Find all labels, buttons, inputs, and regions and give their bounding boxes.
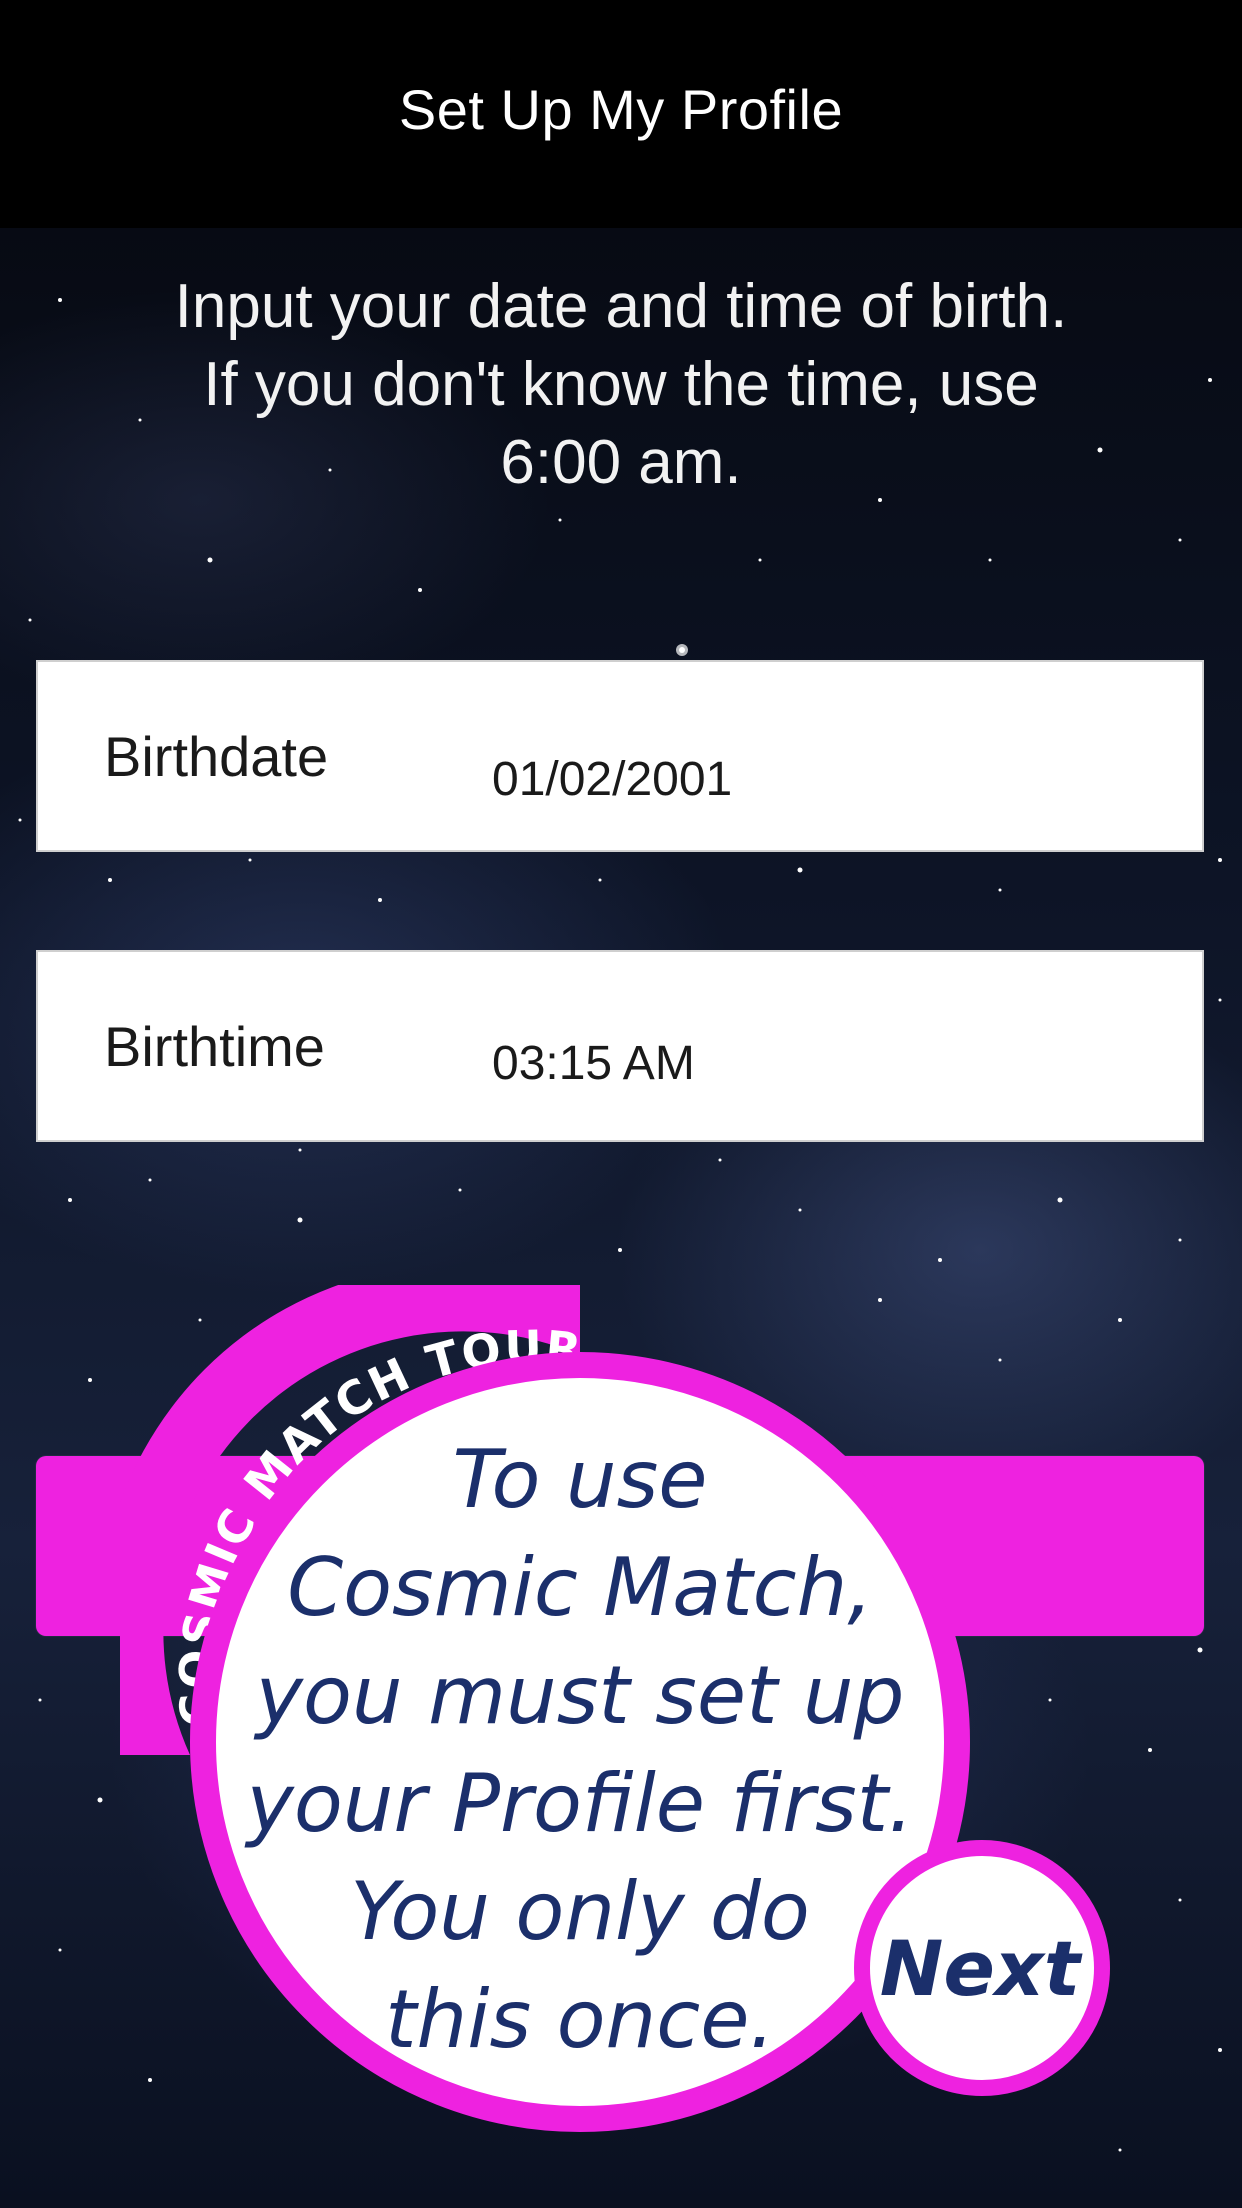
- instructions-line-3: 6:00 am.: [500, 428, 742, 497]
- instructions-text: Input your date and time of birth. If yo…: [40, 268, 1202, 502]
- next-button[interactable]: Next: [854, 1840, 1110, 2096]
- birthtime-label: Birthtime: [104, 1015, 325, 1078]
- instructions-line-2: If you don't know the time, use: [203, 350, 1039, 419]
- birthdate-value[interactable]: 01/02/2001: [492, 752, 732, 807]
- tour-message-line: you must set up: [255, 1649, 905, 1742]
- header-bar: Set Up My Profile: [0, 0, 1242, 228]
- page-title: Set Up My Profile: [398, 77, 844, 141]
- tour-message-line: Cosmic Match,: [287, 1541, 873, 1634]
- tour-message-line: this once.: [385, 1973, 775, 2066]
- tour-message-line: To use: [452, 1433, 708, 1526]
- birthtime-field[interactable]: Birthtime 03:15 AM: [36, 950, 1204, 1142]
- instructions-line-1: Input your date and time of birth.: [174, 272, 1068, 341]
- tour-message-line: You only do: [350, 1865, 810, 1958]
- tour-message: To use Cosmic Match, you must set up you…: [222, 1426, 938, 2074]
- birthdate-label: Birthdate: [104, 725, 329, 788]
- tour-message-line: your Profile first.: [246, 1757, 914, 1850]
- next-button-label: Next: [879, 1923, 1081, 2013]
- birthdate-field[interactable]: Birthdate 01/02/2001: [36, 660, 1204, 852]
- birthtime-value[interactable]: 03:15 AM: [492, 1036, 695, 1091]
